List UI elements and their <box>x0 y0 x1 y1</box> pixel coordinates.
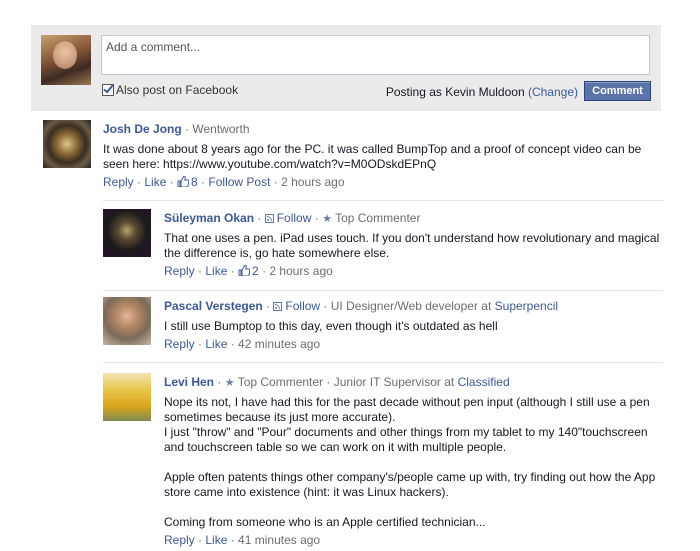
dot-separator: · <box>227 337 239 351</box>
comment-paragraph: Apple often patents things other company… <box>164 470 659 499</box>
comment-text: Nope its not, I have had this for the pa… <box>164 395 662 530</box>
rss-follow-icon <box>264 214 274 223</box>
author-name[interactable]: Pascal Verstegen <box>164 299 263 313</box>
dot-separator: · <box>258 264 270 278</box>
author-role: UI Designer/Web developer <box>330 299 478 313</box>
at-word: at <box>481 299 492 313</box>
timestamp[interactable]: 2 hours ago <box>269 264 332 278</box>
also-post-label: Also post on Facebook <box>116 83 239 97</box>
dot-separator: · <box>133 175 145 189</box>
top-commenter-badge: ★ Top Commenter <box>225 375 323 389</box>
avatar[interactable] <box>103 373 151 421</box>
like-count-number: 8 <box>191 175 198 189</box>
like-link[interactable]: Like <box>205 264 227 278</box>
dot-separator: · <box>262 299 274 313</box>
company-link[interactable]: Classified <box>458 375 510 389</box>
follow-label: Follow <box>285 299 321 313</box>
avatar[interactable] <box>103 209 151 257</box>
comment-text-body: That one uses a pen. iPad uses touch. If… <box>164 231 663 260</box>
reply-link[interactable]: Reply <box>164 264 195 278</box>
separator: · <box>181 122 193 136</box>
comment-text-body: It was done about 8 years ago for the PC… <box>103 142 645 171</box>
timestamp[interactable]: 42 minutes ago <box>238 337 320 351</box>
comment-button[interactable]: Comment <box>584 81 651 101</box>
comment-text-body: I still use Bumptop to this day, even th… <box>164 319 498 333</box>
follow-link[interactable]: Follow <box>264 211 312 225</box>
follow-post-link[interactable]: Follow Post <box>208 175 270 189</box>
posting-as-line: Posting as Kevin Muldoon (Change) <box>386 85 578 99</box>
dot-separator: · <box>227 533 239 547</box>
author-location: Wentworth <box>192 122 250 136</box>
dot-separator: · <box>311 211 323 225</box>
comment-input[interactable] <box>101 35 650 75</box>
dot-separator: · <box>254 211 265 225</box>
author-name[interactable]: Josh De Jong <box>103 122 182 136</box>
dot-separator: · <box>166 175 178 189</box>
follow-label: Follow <box>276 211 312 225</box>
comment-text: I still use Bumptop to this day, even th… <box>164 319 662 334</box>
dot-separator: · <box>320 299 331 313</box>
like-thumb-icon <box>238 265 251 276</box>
badge-label: Top Commenter <box>335 211 421 225</box>
dot-separator: · <box>214 375 225 389</box>
posting-as-text: Posting as Kevin Muldoon <box>385 85 525 99</box>
like-count[interactable]: 8 <box>177 175 198 189</box>
timestamp[interactable]: 41 minutes ago <box>238 533 320 547</box>
like-link[interactable]: Like <box>144 175 166 189</box>
comment-actions: Reply · Like · 42 minutes ago <box>164 337 662 351</box>
rss-follow-icon <box>273 302 283 311</box>
reply-link[interactable]: Reply <box>103 175 134 189</box>
author-name[interactable]: Levi Hen <box>164 375 214 389</box>
comment-actions: Reply · Like · 8 · Follow Post · 2 hours… <box>103 175 663 189</box>
comment-paragraph: Coming from someone who is an Apple cert… <box>164 515 486 529</box>
avatar[interactable] <box>43 120 91 168</box>
comment-text: It was done about 8 years ago for the PC… <box>103 142 663 172</box>
divider <box>103 290 663 291</box>
follow-link[interactable]: Follow <box>273 299 320 313</box>
badge-label: Top Commenter <box>237 375 324 389</box>
like-link[interactable]: Like <box>205 337 227 351</box>
comment-paragraph: Nope its not, I have had this for the pa… <box>164 395 653 424</box>
company-link[interactable]: Superpencil <box>495 299 558 313</box>
divider <box>103 362 663 363</box>
dot-separator: · <box>323 375 334 389</box>
comment-actions: Reply · Like · 41 minutes ago <box>164 533 662 547</box>
dot-separator: · <box>227 264 239 278</box>
avatar[interactable] <box>103 297 151 345</box>
comment-composer: Also post on Facebook Posting as Kevin M… <box>31 25 661 111</box>
dot-separator: · <box>197 175 209 189</box>
checkbox-checked-icon[interactable] <box>102 84 114 96</box>
divider <box>103 200 663 201</box>
star-icon: ★ <box>322 213 332 225</box>
reply-link[interactable]: Reply <box>164 533 195 547</box>
star-icon: ★ <box>224 377 235 389</box>
like-count[interactable]: 2 <box>238 264 259 278</box>
comment-text: That one uses a pen. iPad uses touch. If… <box>164 231 662 261</box>
at-word: at <box>444 375 455 389</box>
dot-separator: · <box>194 337 206 351</box>
top-commenter-badge: ★ Top Commenter <box>322 211 420 225</box>
comment-paragraph: I just "throw" and "Pour" documents and … <box>164 425 651 454</box>
author-role: Junior IT Supervisor <box>333 375 441 389</box>
like-count-number: 2 <box>252 264 259 278</box>
dot-separator: · <box>270 175 282 189</box>
change-account-link[interactable]: (Change) <box>528 85 578 99</box>
reply-link[interactable]: Reply <box>164 337 195 351</box>
timestamp[interactable]: 2 hours ago <box>281 175 344 189</box>
dot-separator: · <box>194 533 206 547</box>
also-post-facebook-checkbox[interactable]: Also post on Facebook <box>102 83 238 97</box>
dot-separator: · <box>194 264 206 278</box>
current-user-avatar <box>41 35 91 85</box>
author-name[interactable]: Süleyman Okan <box>164 211 254 225</box>
like-link[interactable]: Like <box>205 533 227 547</box>
like-thumb-icon <box>177 176 190 187</box>
comment-actions: Reply · Like · 2 · 2 hours ago <box>164 264 662 278</box>
